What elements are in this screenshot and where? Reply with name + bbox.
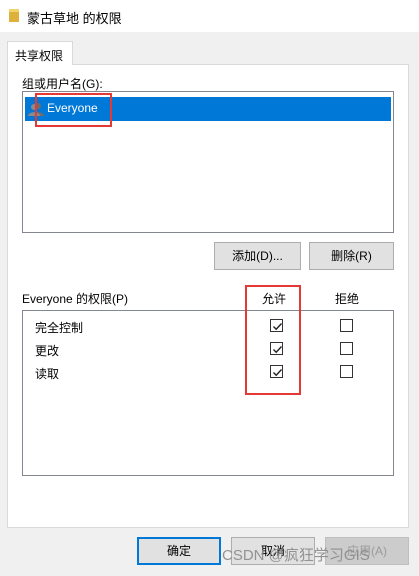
checkmark-icon [273, 369, 283, 377]
allow-full-control-checkbox[interactable] [270, 319, 283, 332]
ok-button[interactable]: 确定 [137, 537, 221, 565]
checkmark-icon [273, 346, 283, 354]
group-list-label: 组或用户名(G): [22, 77, 103, 91]
tab-label: 共享权限 [15, 49, 64, 63]
permissions-label: Everyone 的权限(P) [22, 292, 129, 306]
permissions-list: 完全控制 更改 读取 [22, 310, 394, 476]
allow-change-checkbox[interactable] [270, 342, 283, 355]
permission-read: 读取 [35, 367, 60, 381]
allow-read-checkbox[interactable] [270, 365, 283, 378]
title-bar: 蒙古草地 的权限 [0, 0, 419, 32]
list-item-label: Everyone [47, 101, 98, 115]
deny-column-header: 拒绝 [335, 292, 360, 306]
users-icon [28, 103, 44, 116]
deny-read-checkbox[interactable] [340, 365, 353, 378]
tab-share-permissions[interactable]: 共享权限 [7, 41, 73, 65]
folder-icon [9, 9, 19, 22]
allow-column-header: 允许 [262, 292, 287, 306]
deny-change-checkbox[interactable] [340, 342, 353, 355]
list-item-everyone[interactable]: Everyone [25, 97, 391, 121]
remove-button[interactable]: 删除(R) [309, 242, 394, 270]
window-title: 蒙古草地 的权限 [27, 11, 122, 26]
deny-full-control-checkbox[interactable] [340, 319, 353, 332]
permission-full-control: 完全控制 [35, 321, 84, 335]
add-button[interactable]: 添加(D)... [214, 242, 301, 270]
watermark: CSDN @疯狂学习GIS [222, 547, 370, 564]
permission-change: 更改 [35, 344, 60, 358]
checkmark-icon [273, 323, 283, 331]
group-user-list[interactable]: Everyone [22, 91, 394, 233]
